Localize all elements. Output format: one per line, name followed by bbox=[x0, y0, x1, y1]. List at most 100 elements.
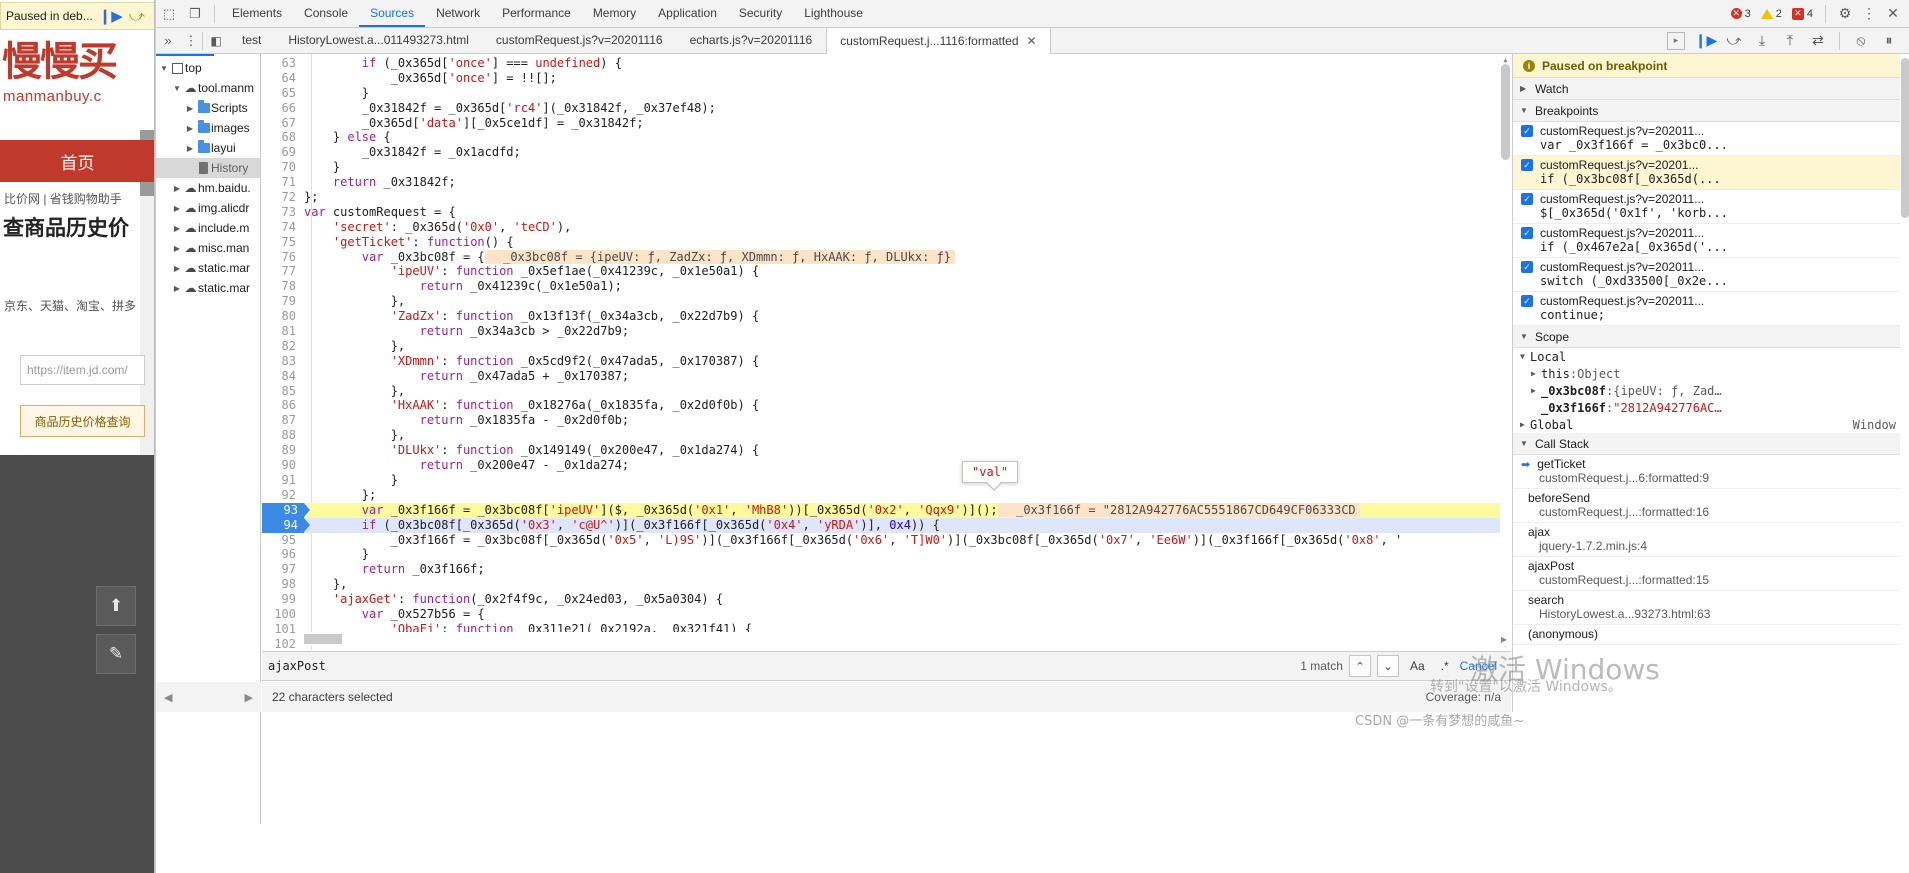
chevron-up-icon[interactable]: ⌃ bbox=[1349, 655, 1371, 677]
code-line-76[interactable]: 76 var _0x3bc08f = { _0x3bc08f = {ipeUV:… bbox=[262, 250, 1511, 265]
pause-on-exceptions-icon[interactable]: ⏸ bbox=[1876, 29, 1902, 53]
close-icon[interactable]: ✕ bbox=[1027, 28, 1037, 54]
tree-item-history[interactable]: History bbox=[156, 158, 260, 178]
line-number[interactable]: 86 bbox=[262, 398, 304, 413]
scroll-to-top-icon[interactable]: ⬆ bbox=[96, 586, 136, 626]
code-line-93[interactable]: 93 var _0x3f166f = _0x3bc08f['ipeUV']($,… bbox=[262, 503, 1511, 518]
code-line-92[interactable]: 92 }; bbox=[262, 488, 1511, 503]
call-stack-frame[interactable]: beforeSendcustomRequest.j...:formatted:1… bbox=[1513, 489, 1909, 523]
file-tab-historylowest[interactable]: HistoryLowest.a...011493273.html bbox=[275, 28, 483, 53]
sidebar-scrollbar[interactable] bbox=[1900, 54, 1909, 824]
chevron-right-icon[interactable]: ▶ bbox=[1531, 386, 1541, 395]
line-number[interactable]: 87 bbox=[262, 413, 304, 428]
line-number[interactable]: 65 bbox=[262, 86, 304, 101]
code-line-95[interactable]: 95 _0x3f166f = _0x3bc08f[_0x365d('0x5', … bbox=[262, 533, 1511, 548]
breakpoint-checkbox[interactable]: ✓ bbox=[1521, 295, 1533, 307]
file-tab-customrequest-formatted[interactable]: customRequest.j...1116:formatted ✕ bbox=[826, 28, 1050, 54]
line-number[interactable]: 96 bbox=[262, 547, 304, 562]
kebab-menu-icon[interactable]: ⋮ bbox=[1858, 3, 1880, 25]
line-number[interactable]: 74 bbox=[262, 220, 304, 235]
resume-script-icon[interactable]: ❙▶ bbox=[1693, 29, 1719, 53]
tree-item-scripts[interactable]: ▶Scripts bbox=[156, 98, 260, 118]
section-watch[interactable]: ▶ Watch bbox=[1513, 78, 1909, 100]
call-stack-list[interactable]: ➡getTicketcustomRequest.j...6:formatted:… bbox=[1513, 455, 1909, 645]
error-count-badge[interactable]: ✕ 3 bbox=[1727, 7, 1755, 21]
chevron-right-icon[interactable]: ▶ bbox=[171, 284, 183, 293]
line-number[interactable]: 91 bbox=[262, 473, 304, 488]
line-number[interactable]: 77 bbox=[262, 264, 304, 279]
step-over-icon[interactable]: ⤻ bbox=[1721, 29, 1747, 53]
code-line-67[interactable]: 67 _0x365d['data'][_0x5ce1df] = _0x31842… bbox=[262, 116, 1511, 131]
line-number[interactable]: 102 bbox=[262, 637, 304, 650]
chevron-right-icon[interactable]: ▶ bbox=[184, 144, 196, 153]
line-number[interactable]: 97 bbox=[262, 562, 304, 577]
line-number[interactable]: 94 bbox=[262, 518, 304, 533]
line-number[interactable]: 101 bbox=[262, 622, 304, 637]
tree-item-layui[interactable]: ▶layui bbox=[156, 138, 260, 158]
line-number[interactable]: 95 bbox=[262, 533, 304, 548]
line-number[interactable]: 70 bbox=[262, 160, 304, 175]
code-line-96[interactable]: 96 } bbox=[262, 547, 1511, 562]
tab-application[interactable]: Application bbox=[647, 0, 728, 27]
step-icon[interactable]: ⇄ bbox=[1805, 29, 1831, 53]
cancel-button[interactable]: Cancel bbox=[1460, 659, 1505, 673]
section-call-stack[interactable]: ▼ Call Stack bbox=[1513, 433, 1909, 455]
warning-count-badge[interactable]: 2 bbox=[1757, 7, 1786, 21]
step-over-icon[interactable]: ⤻ bbox=[129, 9, 145, 24]
code-line-88[interactable]: 88 }, bbox=[262, 428, 1511, 443]
call-stack-frame[interactable]: ➡getTicketcustomRequest.j...6:formatted:… bbox=[1513, 455, 1909, 489]
code-line-72[interactable]: 72}; bbox=[262, 190, 1511, 205]
gear-icon[interactable]: ⚙ bbox=[1834, 3, 1856, 25]
chevron-right-icon[interactable]: ▶ bbox=[171, 184, 183, 193]
step-out-icon[interactable]: ⤒ bbox=[1777, 29, 1803, 53]
chevron-down-icon[interactable]: ▼ bbox=[158, 64, 170, 73]
line-number[interactable]: 75 bbox=[262, 235, 304, 250]
line-number[interactable]: 71 bbox=[262, 175, 304, 190]
editor-vertical-scrollbar[interactable]: ▲ ▼ bbox=[1500, 54, 1511, 650]
editor-horizontal-scrollbar[interactable]: ◀ ▶ bbox=[262, 632, 1511, 646]
code-line-91[interactable]: 91 } bbox=[262, 473, 1511, 488]
breakpoint-item[interactable]: ✓customRequest.js?v=202011...var _0x3f16… bbox=[1513, 122, 1909, 156]
code-line-65[interactable]: 65 } bbox=[262, 86, 1511, 101]
code-editor[interactable]: 63 if (_0x365d['once'] === undefined) { 6… bbox=[262, 54, 1511, 650]
line-number[interactable]: 100 bbox=[262, 607, 304, 622]
code-line-84[interactable]: 84 return _0x47ada5 + _0x170387; bbox=[262, 369, 1511, 384]
file-tab-echarts[interactable]: echarts.js?v=20201116 bbox=[677, 28, 827, 53]
code-line-77[interactable]: 77 'ipeUV': function _0x5ef1ae(_0x41239c… bbox=[262, 264, 1511, 279]
section-scope[interactable]: ▼ Scope bbox=[1513, 326, 1909, 348]
tree-item-staticmar[interactable]: ▶☁static.mar bbox=[156, 258, 260, 278]
tab-network[interactable]: Network bbox=[425, 0, 491, 27]
line-number[interactable]: 66 bbox=[262, 101, 304, 116]
line-number[interactable]: 84 bbox=[262, 369, 304, 384]
code-line-68[interactable]: 68 } else { bbox=[262, 130, 1511, 145]
code-line-79[interactable]: 79 }, bbox=[262, 294, 1511, 309]
scope-local-header[interactable]: ▼Local bbox=[1513, 348, 1909, 365]
tree-item-includem[interactable]: ▶☁include.m bbox=[156, 218, 260, 238]
show-navigator-icon[interactable]: ◧ bbox=[203, 28, 229, 53]
tree-item-toolmanm[interactable]: ▼☁tool.manm bbox=[156, 78, 260, 98]
code-line-63[interactable]: 63 if (_0x365d['once'] === undefined) { bbox=[262, 56, 1511, 71]
chevron-right-icon[interactable]: ▶ bbox=[245, 691, 253, 704]
line-number[interactable]: 72 bbox=[262, 190, 304, 205]
regex-button[interactable]: .* bbox=[1436, 659, 1454, 673]
scope-variable-row[interactable]: ▶_0x3bc08f: {ipeUV: ƒ, Zad… bbox=[1513, 382, 1909, 399]
tree-item-miscman[interactable]: ▶☁misc.man bbox=[156, 238, 260, 258]
deactivate-breakpoints-icon[interactable]: ⦸ bbox=[1848, 29, 1874, 53]
breakpoint-checkbox[interactable]: ✓ bbox=[1521, 159, 1533, 171]
code-line-90[interactable]: 90 return _0x200e47 - _0x1da274; bbox=[262, 458, 1511, 473]
code-line-75[interactable]: 75 'getTicket': function() { bbox=[262, 235, 1511, 250]
price-history-query-button[interactable]: 商品历史价格查询 bbox=[20, 405, 145, 437]
breakpoints-list[interactable]: ✓customRequest.js?v=202011...var _0x3f16… bbox=[1513, 122, 1909, 326]
code-line-83[interactable]: 83 'XDmmn': function _0x5cd9f2(_0x47ada5… bbox=[262, 354, 1511, 369]
tree-item-images[interactable]: ▶images bbox=[156, 118, 260, 138]
issue-count-badge[interactable]: ✕ 4 bbox=[1788, 7, 1817, 21]
tab-sources[interactable]: Sources bbox=[359, 0, 425, 27]
file-tab-customrequest[interactable]: customRequest.js?v=20201116 bbox=[483, 28, 677, 53]
breakpoint-item[interactable]: ✓customRequest.js?v=202011...if (_0x467e… bbox=[1513, 224, 1909, 258]
file-tab-test[interactable]: test bbox=[229, 28, 275, 53]
breakpoint-item[interactable]: ✓customRequest.js?v=202011...switch (_0x… bbox=[1513, 258, 1909, 292]
line-number[interactable]: 76 bbox=[262, 250, 304, 265]
line-number[interactable]: 85 bbox=[262, 384, 304, 399]
tab-memory[interactable]: Memory bbox=[582, 0, 647, 27]
call-stack-frame[interactable]: searchHistoryLowest.a...93273.html:63 bbox=[1513, 591, 1909, 625]
